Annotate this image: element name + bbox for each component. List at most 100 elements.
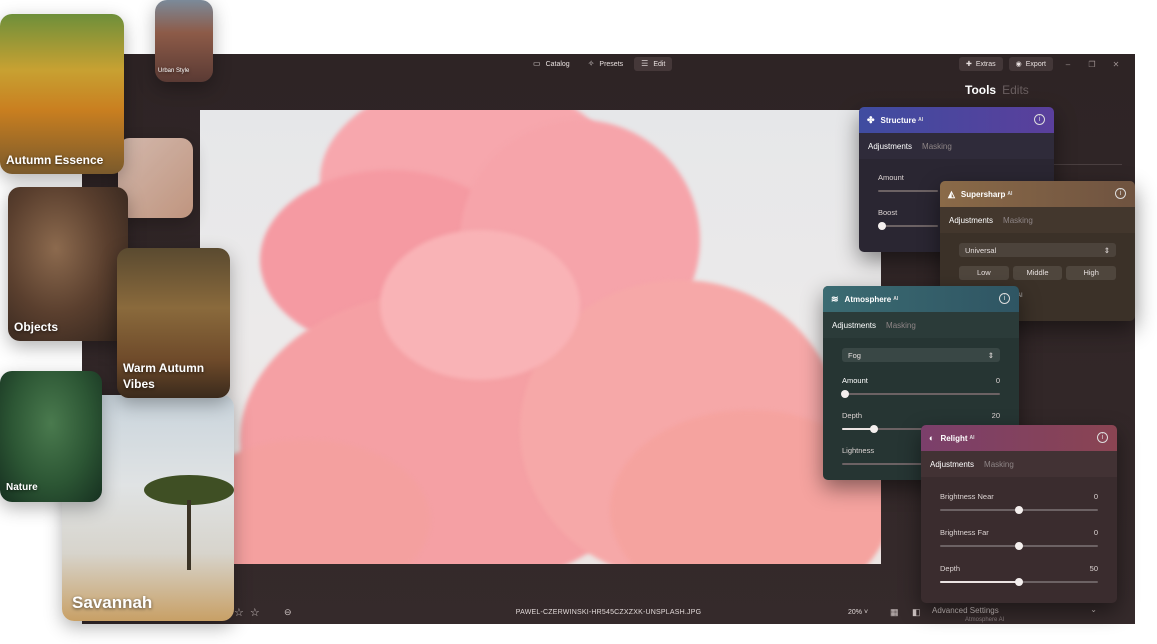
supersharp-icon: ◭ bbox=[948, 188, 955, 199]
ai-badge: AI bbox=[918, 117, 924, 123]
chevron-down-icon: ⌄ bbox=[1090, 605, 1097, 614]
export-label: Export bbox=[1025, 60, 1046, 68]
tab-adjustments[interactable]: Adjustments bbox=[832, 321, 876, 338]
relight-icon: ◐ bbox=[929, 433, 935, 443]
supersharp-tabs: Adjustments Masking bbox=[940, 207, 1135, 233]
option-low[interactable]: Low bbox=[959, 266, 1009, 280]
atmosphere-icon: ≋ bbox=[831, 293, 839, 304]
minimize-icon[interactable]: – bbox=[1059, 60, 1077, 69]
slider-label: Depth bbox=[842, 411, 863, 420]
tab-catalog[interactable]: ▭ Catalog bbox=[526, 57, 577, 71]
restore-icon[interactable]: ❐ bbox=[1083, 60, 1101, 69]
slider-knob[interactable] bbox=[869, 425, 878, 433]
tab-catalog-label: Catalog bbox=[545, 60, 570, 68]
slider-value: 50 bbox=[1089, 564, 1098, 573]
tab-masking[interactable]: Masking bbox=[984, 460, 1014, 477]
zoom-level[interactable]: 20% ˅ bbox=[848, 609, 868, 616]
slider-label: Lightness bbox=[842, 446, 875, 455]
relight-title: Relight bbox=[940, 433, 968, 443]
tab-presets-label: Presets bbox=[599, 60, 624, 68]
tab-edit[interactable]: ☰ Edit bbox=[634, 57, 673, 71]
amount-slider[interactable] bbox=[878, 190, 938, 192]
info-icon[interactable]: i bbox=[1097, 432, 1108, 443]
preset-card-autumn-essence[interactable]: Autumn Essence bbox=[0, 14, 124, 174]
export-button[interactable]: ◉ Export bbox=[1008, 57, 1053, 71]
preset-card-label: Nature bbox=[6, 482, 38, 493]
slider-row: Brightness Far 0 bbox=[940, 528, 1098, 537]
close-icon[interactable]: ✕ bbox=[1107, 60, 1125, 69]
extras-label: Extras bbox=[975, 60, 996, 68]
slider-label: Brightness Far bbox=[940, 528, 989, 537]
select-arrows-icon: ⇕ bbox=[987, 350, 994, 360]
tab-presets[interactable]: ✧ Presets bbox=[581, 57, 630, 71]
tools-tab[interactable]: Tools bbox=[965, 83, 996, 97]
tab-masking[interactable]: Masking bbox=[886, 321, 916, 338]
ai-badge: AI bbox=[893, 296, 899, 302]
tab-edit-label: Edit bbox=[653, 60, 666, 68]
slider-knob[interactable] bbox=[841, 390, 850, 398]
tab-adjustments[interactable]: Adjustments bbox=[930, 460, 974, 477]
slider-value: 0 bbox=[1093, 528, 1098, 537]
atmosphere-type-select[interactable]: Fog ⇕ bbox=[842, 348, 1000, 362]
structure-header[interactable]: ✤ Structure AI i bbox=[859, 107, 1054, 133]
top-bar: ▭ Catalog ✧ Presets ☰ Edit ✚ Extras ◉ Export … bbox=[82, 54, 1135, 76]
supersharp-title: Supersharp bbox=[960, 189, 1006, 199]
slider-knob[interactable] bbox=[1015, 506, 1023, 514]
relight-header[interactable]: ◐ Relight AI i bbox=[921, 425, 1117, 451]
tab-adjustments[interactable]: Adjustments bbox=[949, 216, 993, 233]
tools-header: Tools Edits bbox=[965, 83, 1035, 97]
slider-row: Amount 0 bbox=[842, 376, 1000, 385]
structure-title: Structure bbox=[880, 115, 917, 125]
brightness-near-slider[interactable] bbox=[940, 506, 1098, 514]
preset-card-objects[interactable]: Objects bbox=[8, 187, 128, 341]
relight-panel: ◐ Relight AI i Adjustments Masking Brightn… bbox=[921, 425, 1117, 603]
slider-value: 0 bbox=[995, 376, 1000, 385]
slider-label: Amount bbox=[878, 173, 904, 182]
atmosphere-tabs: Adjustments Masking bbox=[823, 312, 1019, 338]
preset-card-portrait[interactable] bbox=[118, 138, 193, 218]
info-icon[interactable]: i bbox=[1034, 114, 1045, 125]
lightness-slider[interactable] bbox=[842, 463, 922, 465]
relight-tabs: Adjustments Masking bbox=[921, 451, 1117, 477]
mode-select-value: Universal bbox=[965, 245, 997, 255]
menu-lines-icon: ☰ bbox=[641, 59, 649, 68]
preset-card-warm-autumn-vibes[interactable]: Warm Autumn Vibes bbox=[117, 248, 230, 398]
filmstrip-icon[interactable]: ▦ bbox=[890, 607, 899, 618]
preset-card-label: Autumn Essence bbox=[6, 153, 104, 167]
mode-select[interactable]: Universal ⇕ bbox=[959, 243, 1116, 257]
extras-button[interactable]: ✚ Extras bbox=[958, 57, 1003, 71]
preset-card-label: Objects bbox=[14, 320, 59, 334]
boost-slider[interactable] bbox=[878, 222, 938, 230]
panel-toggle-icon[interactable]: ◧ bbox=[912, 607, 921, 618]
preset-card-label: Urban Style bbox=[158, 68, 190, 74]
ai-badge: AI bbox=[969, 435, 975, 441]
option-high[interactable]: High bbox=[1066, 266, 1117, 280]
preset-card-nature[interactable]: Nature bbox=[0, 371, 102, 502]
supersharp-header[interactable]: ◭ Supersharp AI i bbox=[940, 181, 1135, 207]
info-icon[interactable]: i bbox=[1115, 188, 1126, 199]
photo-canvas[interactable] bbox=[200, 110, 881, 564]
relight-depth-slider[interactable] bbox=[940, 578, 1098, 586]
amount-slider[interactable] bbox=[841, 390, 1000, 398]
info-icon[interactable]: i bbox=[999, 293, 1010, 304]
advanced-settings[interactable]: Advanced Settings ⌄ bbox=[922, 600, 1107, 622]
tab-masking[interactable]: Masking bbox=[1003, 216, 1033, 233]
edits-tab[interactable]: Edits bbox=[1002, 83, 1029, 97]
slider-knob[interactable] bbox=[878, 222, 886, 230]
option-middle[interactable]: Middle bbox=[1012, 266, 1063, 280]
preset-card-urban-style[interactable]: Urban Style bbox=[155, 0, 213, 82]
slider-fill bbox=[842, 428, 874, 430]
slider-label: Amount bbox=[842, 376, 868, 385]
slider-knob[interactable] bbox=[1015, 578, 1023, 586]
ai-badge: AI bbox=[1007, 191, 1013, 197]
tab-masking[interactable]: Masking bbox=[922, 142, 952, 159]
brightness-far-slider[interactable] bbox=[940, 542, 1098, 550]
tab-adjustments[interactable]: Adjustments bbox=[868, 142, 912, 159]
advanced-settings-label: Advanced Settings bbox=[932, 606, 999, 615]
slider-value: 0 bbox=[1093, 492, 1098, 501]
atmosphere-header[interactable]: ≋ Atmosphere AI i bbox=[823, 286, 1019, 312]
preset-card-label: Savannah bbox=[72, 593, 153, 612]
slider-value: 20 bbox=[991, 411, 1000, 420]
divider bbox=[1042, 164, 1122, 165]
slider-knob[interactable] bbox=[1015, 542, 1023, 550]
